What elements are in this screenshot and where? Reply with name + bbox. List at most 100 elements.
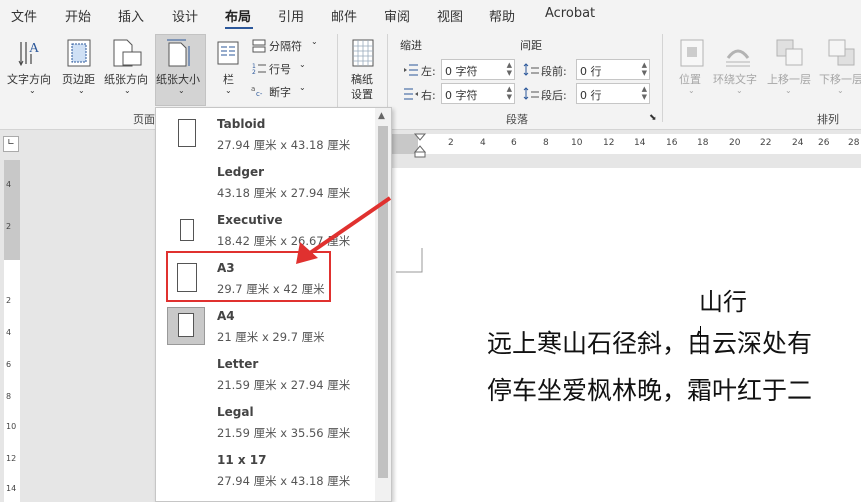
scrollbar-thumb[interactable] — [378, 126, 388, 478]
watermark-url: jingyan.baidu.com — [685, 472, 796, 486]
orientation-button[interactable]: 纸张方向 — [104, 71, 148, 87]
chevron-down-icon: ⌄ — [688, 86, 695, 95]
spinner-arrows-icon[interactable]: ▲ ▼ — [642, 85, 647, 101]
margins-icon — [67, 39, 91, 67]
ruler-tick: 10 — [6, 422, 17, 431]
ruler-tick: 10 — [571, 138, 583, 148]
page-thumbnail-icon — [178, 313, 194, 337]
send-backward-button[interactable]: 下移一层 — [819, 71, 861, 87]
indent-right-value: 0 字符 — [445, 89, 478, 102]
position-button[interactable]: 位置 — [679, 71, 701, 87]
position-icon — [680, 39, 704, 67]
ruler-tick: 16 — [666, 138, 678, 148]
paper-size-option-11x17[interactable]: 11 x 17 27.94 厘米 x 43.18 厘米 — [159, 446, 375, 494]
breaks-icon — [252, 39, 266, 53]
menu-bar: 文件 开始 插入 设计 布局 引用 邮件 审阅 视图 帮助 Acrobat — [0, 0, 861, 30]
ruler-tick: 18 — [697, 138, 709, 148]
chevron-down-icon: ⌄ — [785, 86, 792, 95]
manuscript-label-2[interactable]: 设置 — [351, 86, 373, 102]
chevron-down-icon: ⌄ — [225, 86, 232, 95]
indent-right-input[interactable]: 0 字符 ▲ ▼ — [441, 83, 515, 104]
spinner-arrows-icon[interactable]: ▲ ▼ — [642, 61, 647, 77]
text-direction-button[interactable]: 文字方向 — [7, 71, 51, 87]
indent-left-input[interactable]: 0 字符 ▲ ▼ — [441, 59, 515, 80]
paper-size-option-a4[interactable]: A4 21 厘米 x 29.7 厘米 — [159, 302, 375, 350]
tab-review[interactable]: 审阅 — [384, 6, 410, 25]
breaks-button[interactable]: 分隔符 — [269, 38, 302, 54]
paper-size-name: A4 — [217, 309, 235, 323]
poem-line-2[interactable]: 停车坐爱枫林晚，霜叶红于二 — [487, 371, 812, 407]
paper-size-option-legal[interactable]: Legal 21.59 厘米 x 35.56 厘米 — [159, 398, 375, 446]
paper-size-name: Legal — [217, 405, 254, 419]
tab-insert[interactable]: 插入 — [118, 6, 144, 25]
ruler-tick: 8 — [543, 138, 549, 148]
chevron-down-icon: ⌄ — [837, 86, 844, 95]
columns-button[interactable]: 栏 — [223, 71, 234, 87]
svg-text:A: A — [29, 41, 40, 56]
dropdown-scrollbar[interactable]: ▲ — [375, 108, 391, 501]
hyphenation-icon: ac- — [251, 85, 263, 97]
indent-marker-icon[interactable] — [413, 133, 427, 159]
spinner-arrows-icon[interactable]: ▲ ▼ — [507, 61, 512, 77]
ruler-tick: 6 — [6, 360, 12, 369]
poem-title[interactable]: 山行 — [699, 282, 747, 317]
spacing-before-input[interactable]: 0 行 ▲ ▼ — [576, 59, 650, 80]
poem-line-1-part-b: ，白云深处有 — [662, 329, 813, 358]
chevron-down-icon: ⌄ — [29, 86, 36, 95]
paper-size-dims: 21 厘米 x 29.7 厘米 — [217, 330, 325, 344]
ruler-tick: 14 — [6, 484, 17, 493]
group-title-paragraph: 段落 — [506, 113, 528, 126]
manuscript-label-1[interactable]: 稿纸 — [351, 71, 373, 87]
bring-forward-button[interactable]: 上移一层 — [767, 71, 811, 87]
tab-selector-button[interactable]: ∟ — [3, 136, 19, 152]
chevron-down-icon: ⌄ — [736, 86, 743, 95]
paper-size-name: 11 x 17 — [217, 453, 267, 467]
ruler-tick: 2 — [6, 296, 12, 305]
margins-button[interactable]: 页边距 — [62, 71, 95, 87]
ruler-tick: 8 — [6, 392, 12, 401]
tab-file[interactable]: 文件 — [11, 6, 37, 25]
thumb-box — [167, 118, 205, 150]
poem-line-1-part-a: 远上寒山石径斜 — [487, 329, 663, 358]
thumb-box — [167, 214, 205, 246]
ruler-tick: 20 — [729, 138, 741, 148]
tab-references[interactable]: 引用 — [278, 6, 304, 25]
line-numbers-icon: 12 — [252, 63, 266, 75]
paper-size-option-ledger[interactable]: Ledger 43.18 厘米 x 27.94 厘米 — [159, 158, 375, 206]
tab-layout[interactable]: 布局 — [225, 6, 251, 25]
spacing-after-input[interactable]: 0 行 ▲ ▼ — [576, 83, 650, 104]
paper-size-option-letter[interactable]: Letter 21.59 厘米 x 27.94 厘米 — [159, 350, 375, 398]
scroll-up-arrow-icon[interactable]: ▲ — [378, 111, 385, 121]
tab-design[interactable]: 设计 — [172, 6, 198, 25]
horizontal-ruler[interactable] — [392, 134, 861, 154]
columns-icon — [217, 41, 239, 65]
ruler-tick: 2 — [6, 222, 12, 231]
tab-acrobat[interactable]: Acrobat — [545, 6, 595, 21]
annotation-highlight-box — [166, 251, 331, 302]
tab-help[interactable]: 帮助 — [489, 6, 515, 25]
poem-line-1[interactable]: 远上寒山石径斜，白云深处有 — [487, 324, 812, 360]
chevron-down-icon: ⌄ — [178, 86, 185, 95]
chevron-down-icon: ⌄ — [78, 86, 85, 95]
tab-view[interactable]: 视图 — [437, 6, 463, 25]
thumb-box — [167, 307, 205, 345]
dialog-launcher-icon[interactable]: ⬊ — [649, 113, 657, 123]
paper-size-name: Ledger — [217, 165, 265, 179]
orientation-icon — [113, 39, 142, 67]
paper-size-option-tabloid[interactable]: Tabloid 27.94 厘米 x 43.18 厘米 — [159, 110, 375, 158]
wrap-text-button[interactable]: 环绕文字 — [713, 71, 757, 87]
tab-home[interactable]: 开始 — [65, 6, 91, 25]
ruler-tick: 2 — [448, 138, 454, 148]
tab-mailings[interactable]: 邮件 — [331, 6, 357, 25]
ruler-tick: 4 — [480, 138, 486, 148]
active-tab-indicator — [225, 27, 253, 29]
spacing-title: 间距 — [520, 39, 542, 52]
spinner-arrows-icon[interactable]: ▲ ▼ — [507, 85, 512, 101]
hyphenation-button[interactable]: 断字 — [269, 84, 291, 100]
paper-size-option-executive[interactable]: Executive 18.42 厘米 x 26.67 厘米 — [159, 206, 375, 254]
ribbon: A 文字方向 ⌄ 页边距 ⌄ 纸张方向 ⌄ 纸张大小 ⌄ 栏 ⌄ 分隔符 ⌄ 1… — [0, 30, 861, 130]
text-cursor — [700, 326, 701, 354]
chevron-down-icon: ⌄ — [124, 86, 131, 95]
line-numbers-button[interactable]: 行号 — [269, 61, 291, 77]
paper-size-dims: 27.94 厘米 x 43.18 厘米 — [217, 138, 351, 152]
